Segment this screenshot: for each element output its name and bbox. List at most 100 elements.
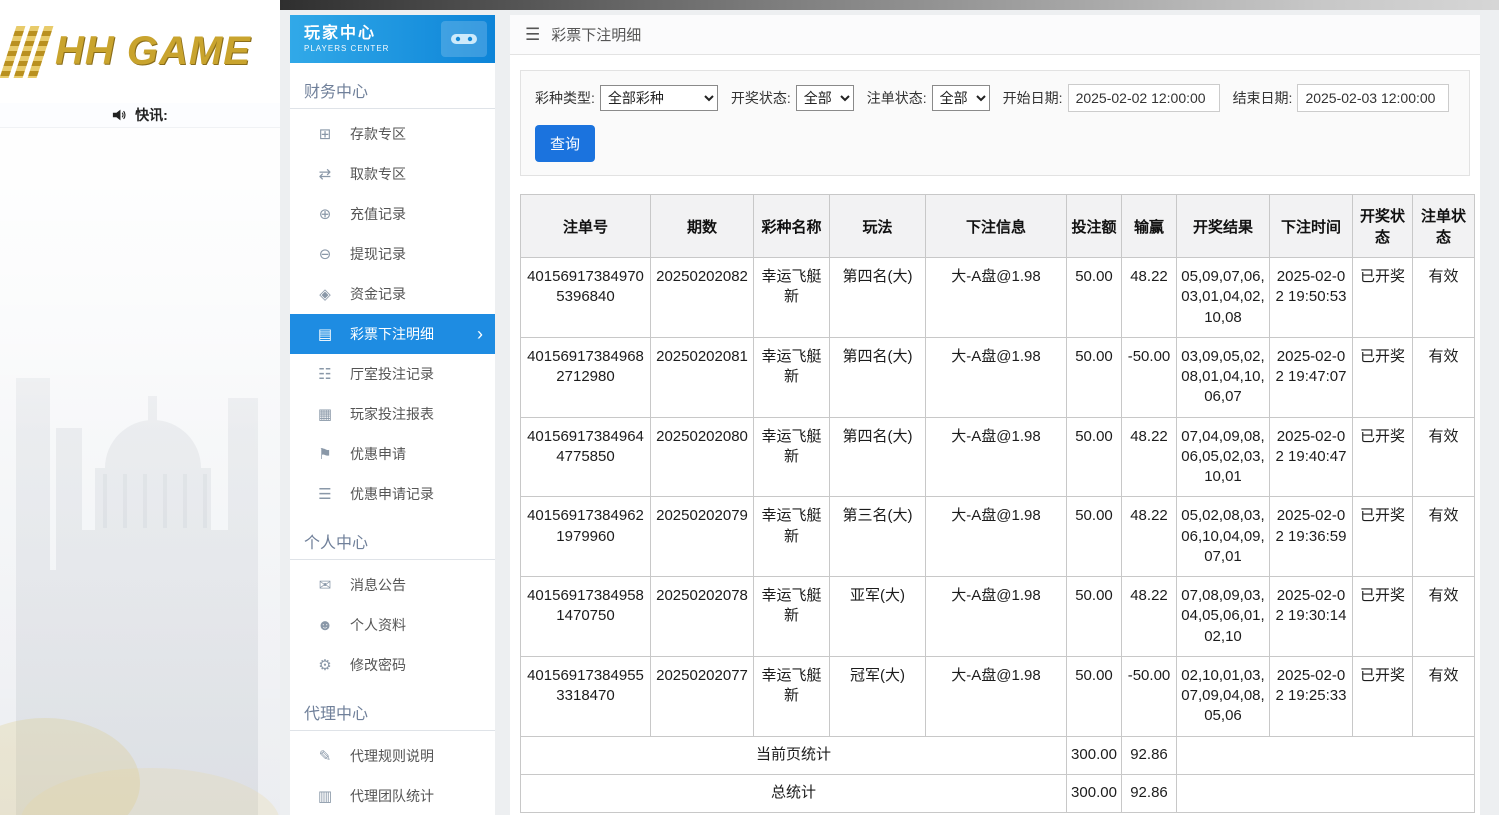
sidebar-item[interactable]: ▦ 玩家投注报表 xyxy=(290,394,495,434)
summary-bet-total: 300.00 xyxy=(1066,773,1122,813)
sidebar-item-label: 彩票下注明细 xyxy=(350,326,434,342)
end-date-input[interactable] xyxy=(1297,84,1450,112)
promo-apply-icon: ⚑ xyxy=(318,446,332,463)
sidebar-item[interactable]: ◈ 资金记录 xyxy=(290,274,495,314)
start-date-input[interactable] xyxy=(1067,84,1220,112)
table-cell: 48.22 xyxy=(1121,496,1177,577)
promo-record-icon: ☰ xyxy=(318,486,332,503)
table-row: 401569173849682712980 20250202081 幸运飞艇新 第四名… xyxy=(520,336,1475,418)
change-password-icon: ⚙ xyxy=(318,657,332,674)
table-cell: 2025-02-02 19:25:33 xyxy=(1269,655,1353,737)
lottery-bet-detail-icon: ▤ xyxy=(317,326,333,343)
hamburger-menu-icon[interactable]: ☰ xyxy=(525,25,540,45)
table-cell: 已开奖 xyxy=(1352,336,1413,418)
sidebar-item[interactable]: ⇄ 取款专区 xyxy=(290,154,495,194)
table-cell: 大-A盘@1.98 xyxy=(925,576,1067,657)
sidebar-item-label: 代理团队统计 xyxy=(350,788,434,804)
message-announcement-icon: ✉ xyxy=(318,577,332,594)
sidebar-item[interactable]: ▥ 代理团队统计 xyxy=(290,776,495,815)
lottery-type-select[interactable]: 全部彩种 xyxy=(599,85,718,111)
funds-record-icon: ◈ xyxy=(319,286,331,303)
order-status-select[interactable]: 全部 xyxy=(931,85,990,111)
table-cell: 幸运飞艇新 xyxy=(753,416,830,498)
sidebar-section-title: 财务中心 xyxy=(290,63,495,109)
profile-icon: ☻ xyxy=(317,616,333,634)
background-image xyxy=(0,128,280,815)
right-region: 玩家中心 PLAYERS CENTER 财务中心 ⊞ 存款专区 ⇄ 取款专区 ⊕ 充值记录 ⊖… xyxy=(280,0,1499,815)
sidebar-section-title: 个人中心 xyxy=(290,514,495,560)
table-cell: 第四名(大) xyxy=(829,416,926,498)
sidebar-item-label: 修改密码 xyxy=(350,657,406,673)
summary-row: 当前页统计 300.00 92.86 xyxy=(520,735,1475,775)
sidebar-item[interactable]: ✎ 代理规则说明 xyxy=(290,736,495,776)
table-cell: 20250202079 xyxy=(650,496,754,577)
table-body: 401569173849705396840 20250202082 幸运飞艇新 第四名… xyxy=(520,257,1475,813)
table-cell: 401569173849644775850 xyxy=(520,416,651,498)
column-header: 彩种名称 xyxy=(753,194,830,258)
sidebar-item[interactable]: ⚑ 优惠申请 xyxy=(290,434,495,474)
table-cell: 05,09,07,06,03,01,04,02,10,08 xyxy=(1176,257,1270,338)
sidebar-item[interactable]: ☷ 厅室投注记录 xyxy=(290,354,495,394)
sidebar-item[interactable]: ⊕ 充值记录 xyxy=(290,194,495,234)
sidebar-item[interactable]: ⊞ 存款专区 xyxy=(290,114,495,154)
table-cell: 已开奖 xyxy=(1352,496,1413,577)
content-header: ☰ 彩票下注明细 xyxy=(510,15,1480,55)
sidebar-item[interactable]: ☻ 个人资料 xyxy=(290,605,495,645)
table-cell: 07,08,09,03,04,05,06,01,02,10 xyxy=(1176,576,1270,657)
table-cell: 大-A盘@1.98 xyxy=(925,336,1067,418)
table-cell: 大-A盘@1.98 xyxy=(925,496,1067,577)
lottery-type-label: 彩种类型: xyxy=(535,90,595,106)
app-window: HH GAME 快讯: 玩家中心 PLAYERS CENTER 财务中心 ⊞ 存… xyxy=(0,0,1499,815)
deposit-icon: ⊞ xyxy=(318,126,332,143)
summary-bet-total: 300.00 xyxy=(1066,735,1122,775)
sidebar-item[interactable]: ▤ 彩票下注明细 › xyxy=(290,314,495,354)
table-cell: 05,02,08,03,06,10,04,09,07,01 xyxy=(1176,496,1270,577)
table-cell: 20250202078 xyxy=(650,576,754,657)
table-cell: 已开奖 xyxy=(1352,416,1413,498)
chevron-right-icon: › xyxy=(477,324,483,344)
table-cell: 有效 xyxy=(1412,576,1475,657)
table-cell: 48.22 xyxy=(1121,257,1177,338)
brand-logo: HH GAME xyxy=(0,0,280,103)
sidebar-item-label: 消息公告 xyxy=(350,577,406,593)
table-cell: 50.00 xyxy=(1066,416,1122,498)
speaker-icon xyxy=(113,109,126,121)
cashout-record-icon: ⊖ xyxy=(318,246,332,263)
table-cell: 02,10,01,03,07,09,04,08,05,06 xyxy=(1176,655,1270,737)
summary-label: 当前页统计 xyxy=(520,735,1067,775)
table-cell: 2025-02-02 19:40:47 xyxy=(1269,416,1353,498)
summary-empty-cell xyxy=(1176,735,1475,775)
query-button[interactable]: 查询 xyxy=(535,125,596,162)
table-cell: 20250202081 xyxy=(650,336,754,418)
sidebar-item-label: 充值记录 xyxy=(350,206,406,222)
draw-status-select[interactable]: 全部 xyxy=(795,85,854,111)
table-cell: 401569173849581470750 xyxy=(520,576,651,657)
end-date-label: 结束日期: xyxy=(1232,90,1293,106)
sidebar-item-label: 取款专区 xyxy=(350,166,406,182)
sidebar-item-label: 优惠申请 xyxy=(350,446,406,462)
agent-rules-icon: ✎ xyxy=(318,748,332,765)
table-cell: 第三名(大) xyxy=(829,496,926,577)
summary-label: 总统计 xyxy=(520,773,1067,813)
sidebar-item[interactable]: ✉ 消息公告 xyxy=(290,565,495,605)
table-cell: 有效 xyxy=(1412,257,1475,338)
column-header: 注单状态 xyxy=(1412,194,1475,258)
sidebar-item-label: 代理规则说明 xyxy=(350,748,434,764)
table-cell: -50.00 xyxy=(1121,655,1177,737)
sidebar-subtitle: PLAYERS CENTER xyxy=(304,43,390,53)
table-cell: 有效 xyxy=(1412,496,1475,577)
sidebar-item[interactable]: ⚙ 修改密码 xyxy=(290,645,495,685)
table-cell: 401569173849682712980 xyxy=(520,336,651,418)
column-header: 输赢 xyxy=(1121,194,1177,258)
news-ticker: 快讯: xyxy=(0,103,280,128)
table-row: 401569173849553318470 20250202077 幸运飞艇新 冠军(… xyxy=(520,655,1475,737)
sidebar-item[interactable]: ⊖ 提现记录 xyxy=(290,234,495,274)
agent-team-stats-icon: ▥ xyxy=(317,788,333,805)
table-cell: 2025-02-02 19:50:53 xyxy=(1269,257,1353,338)
player-bet-report-icon: ▦ xyxy=(317,406,333,423)
sidebar-item-label: 存款专区 xyxy=(350,126,406,142)
column-header: 期数 xyxy=(650,194,754,258)
content-body: 彩种类型: 全部彩种 开奖状态: 全部 注单状态: 全部 开始日期: 结束日期:… xyxy=(510,55,1480,815)
sidebar: 玩家中心 PLAYERS CENTER 财务中心 ⊞ 存款专区 ⇄ 取款专区 ⊕ 充值记录 ⊖… xyxy=(290,15,495,815)
sidebar-item[interactable]: ☰ 优惠申请记录 xyxy=(290,474,495,514)
